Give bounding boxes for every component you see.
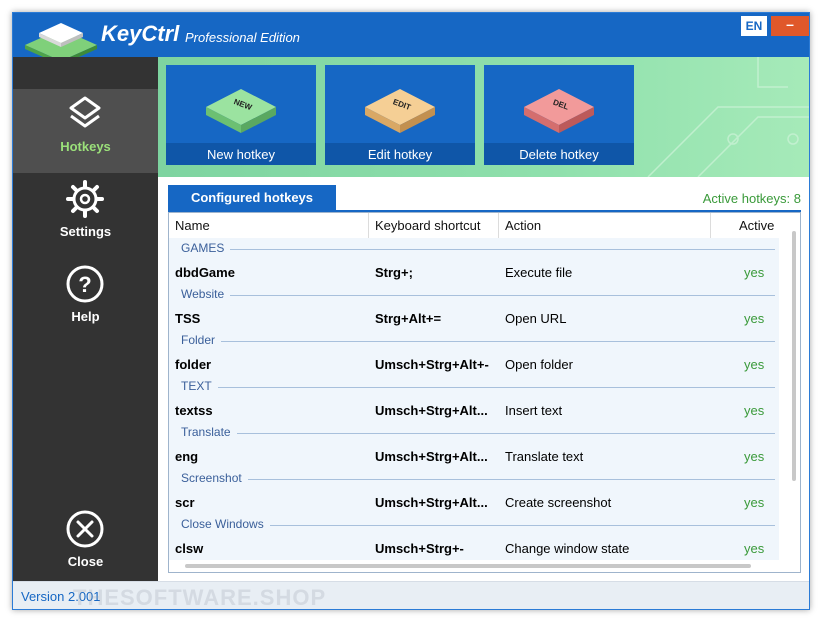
sidebar-item-label: Settings	[59, 224, 112, 239]
edit-hotkey-button[interactable]: EDIT Edit hotkey	[325, 65, 475, 165]
group-header: Screenshot	[169, 468, 779, 489]
close-icon	[66, 510, 104, 548]
hotkey-action: Open URL	[505, 311, 567, 326]
hotkey-name: folder	[175, 357, 212, 372]
hotkey-action: Insert text	[505, 403, 563, 418]
table-row[interactable]: eng Umsch+Strg+Alt... Translate text yes	[169, 443, 779, 468]
group-label: Close Windows	[181, 517, 270, 531]
hotkey-name: scr	[175, 495, 195, 510]
sidebar-item-label: Hotkeys	[60, 139, 111, 154]
table-row[interactable]: TSS Strg+Alt+= Open URL yes	[169, 305, 779, 330]
horizontal-scrollbar[interactable]	[185, 564, 751, 568]
group-label: Screenshot	[181, 471, 248, 485]
hotkey-shortcut: Strg+Alt+=	[375, 311, 442, 326]
column-header-shortcut[interactable]: Keyboard shortcut	[375, 218, 481, 233]
sidebar-item-settings[interactable]: Settings	[13, 174, 158, 258]
app-window: KeyCtrl Professional Edition EN – Hotkey…	[12, 12, 810, 610]
hotkey-name: dbdGame	[175, 265, 235, 280]
tab-configured-hotkeys[interactable]: Configured hotkeys	[168, 185, 336, 211]
title-bar: KeyCtrl Professional Edition EN –	[13, 13, 809, 65]
hotkey-action: Translate text	[505, 449, 584, 464]
group-header: Close Windows	[169, 514, 779, 535]
active-hotkeys-count: Active hotkeys: 8	[702, 191, 801, 206]
hotkey-name: eng	[175, 449, 199, 464]
hotkey-active: yes	[744, 541, 765, 556]
hotkeys-panel: Configured hotkeys Active hotkeys: 8 Nam…	[168, 185, 801, 573]
hotkey-active: yes	[744, 495, 765, 510]
hotkey-active: yes	[744, 403, 765, 418]
hotkey-shortcut: Strg+;	[375, 265, 413, 280]
hotkey-shortcut: Umsch+Strg+-	[375, 541, 464, 556]
group-label: TEXT	[181, 379, 218, 393]
table-row[interactable]: clsw Umsch+Strg+- Change window state ye…	[169, 535, 779, 560]
toolbar-banner: NEW New hotkey EDIT Edit hotkey DEL Dele…	[158, 57, 809, 177]
hotkey-name: TSS	[175, 311, 201, 326]
hotkey-action: Create screenshot	[505, 495, 612, 510]
group-header: Translate	[169, 422, 779, 443]
group-label: Translate	[181, 425, 237, 439]
table-row[interactable]: scr Umsch+Strg+Alt... Create screenshot …	[169, 489, 779, 514]
group-header: Folder	[169, 330, 779, 351]
app-name: KeyCtrl	[101, 21, 180, 46]
hotkey-active: yes	[744, 357, 765, 372]
column-header-active[interactable]: Active	[739, 218, 774, 233]
table-row[interactable]: dbdGame Strg+; Execute file yes	[169, 259, 779, 284]
watermark: THESOFTWARE.SHOP	[73, 585, 327, 610]
status-bar: Version 2.001 THESOFTWARE.SHOP	[13, 581, 809, 610]
layers-icon	[69, 96, 101, 128]
hotkey-shortcut: Umsch+Strg+Alt...	[375, 495, 488, 510]
hotkey-shortcut: Umsch+Strg+Alt...	[375, 449, 488, 464]
hotkey-action: Open folder	[505, 357, 573, 372]
group-header: TEXT	[169, 376, 779, 397]
sidebar-item-label: Help	[71, 309, 100, 324]
delete-hotkey-button[interactable]: DEL Delete hotkey	[484, 65, 634, 165]
language-button[interactable]: EN	[741, 16, 767, 36]
gear-icon	[66, 180, 104, 218]
group-label: Folder	[181, 333, 222, 347]
sidebar-item-label: Close	[67, 554, 104, 569]
svg-text:?: ?	[78, 272, 91, 297]
new-hotkey-button[interactable]: NEW New hotkey	[166, 65, 316, 165]
group-header: GAMES	[169, 238, 779, 259]
hotkey-active: yes	[744, 311, 765, 326]
new-hotkey-label: New hotkey	[207, 147, 275, 162]
hotkey-active: yes	[744, 449, 765, 464]
vertical-scrollbar[interactable]	[792, 231, 796, 481]
group-header: Website	[169, 284, 779, 305]
edit-key-icon: EDIT	[365, 89, 435, 133]
hotkeys-table[interactable]: Name Keyboard shortcut Action Active GAM…	[168, 212, 801, 573]
sidebar-item-help[interactable]: ? Help	[13, 259, 158, 343]
table-row[interactable]: folder Umsch+Strg+Alt+- Open folder yes	[169, 351, 779, 376]
table-rows: GAMES dbdGame Strg+; Execute file yes We…	[169, 238, 779, 560]
column-header-action[interactable]: Action	[505, 218, 541, 233]
hotkey-action: Change window state	[505, 541, 630, 556]
hotkey-action: Execute file	[505, 265, 573, 280]
group-label: Website	[181, 287, 231, 301]
table-header: Name Keyboard shortcut Action Active	[169, 213, 779, 238]
hotkey-shortcut: Umsch+Strg+Alt...	[375, 403, 488, 418]
sidebar-item-close[interactable]: Close	[13, 504, 158, 588]
column-header-name[interactable]: Name	[175, 218, 210, 233]
hotkey-name: textss	[175, 403, 213, 418]
edit-hotkey-label: Edit hotkey	[367, 147, 433, 162]
minimize-button[interactable]: –	[771, 16, 809, 36]
sidebar-item-hotkeys[interactable]: Hotkeys	[13, 89, 158, 173]
help-icon: ?	[66, 265, 104, 303]
new-key-icon: NEW	[206, 89, 276, 133]
delete-hotkey-label: Delete hotkey	[519, 147, 599, 162]
group-label: GAMES	[181, 241, 231, 255]
hotkey-name: clsw	[175, 541, 204, 556]
table-row[interactable]: textss Umsch+Strg+Alt... Insert text yes	[169, 397, 779, 422]
sidebar: Hotkeys Settings ? Help Close	[13, 57, 158, 581]
delete-key-icon: DEL	[524, 89, 594, 133]
hotkey-active: yes	[744, 265, 765, 280]
app-edition: Professional Edition	[185, 30, 300, 45]
hotkey-shortcut: Umsch+Strg+Alt+-	[375, 357, 489, 372]
